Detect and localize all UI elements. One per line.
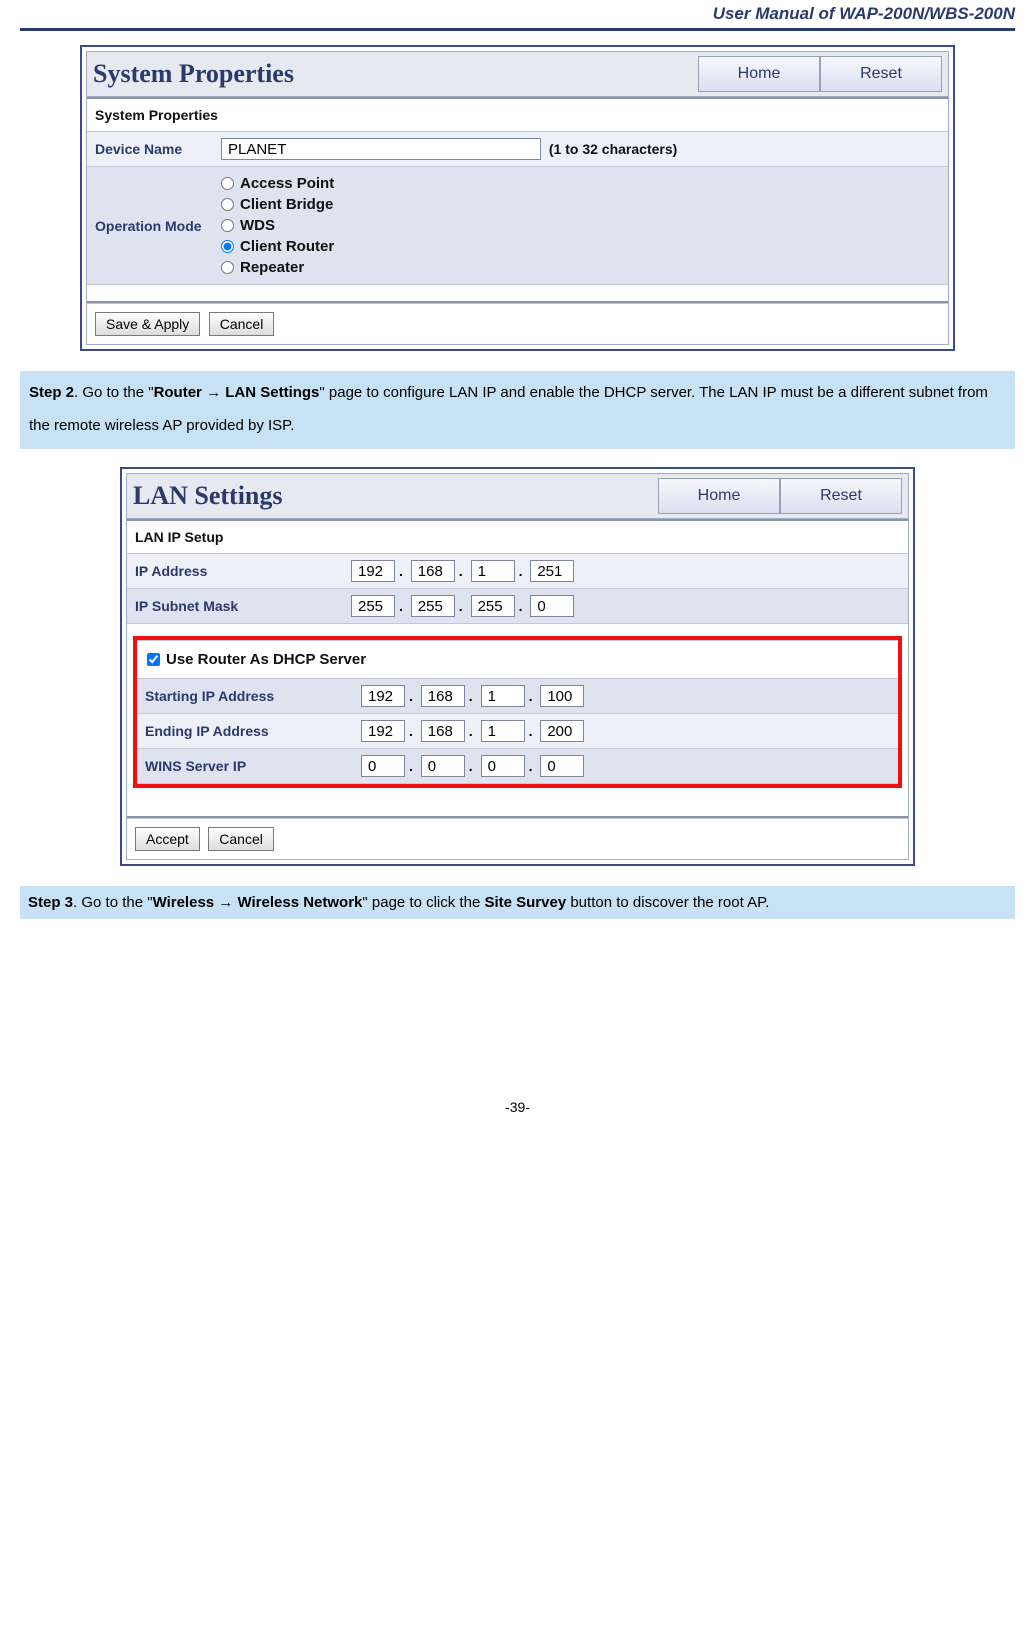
start-ip-4[interactable]: [540, 685, 584, 707]
wins-ip-2[interactable]: [421, 755, 465, 777]
radio-repeater[interactable]: [221, 261, 234, 274]
lan-settings-panel: LAN Settings Home Reset LAN IP Setup IP …: [120, 467, 915, 866]
section-title: System Properties: [87, 99, 948, 131]
wins-ip-4[interactable]: [540, 755, 584, 777]
subnet-mask-label: IP Subnet Mask: [127, 589, 343, 624]
mask-octet-3[interactable]: [471, 595, 515, 617]
mask-octet-4[interactable]: [530, 595, 574, 617]
radio-access-point[interactable]: [221, 177, 234, 190]
mask-octet-2[interactable]: [411, 595, 455, 617]
radio-label: Client Router: [240, 238, 334, 255]
radio-client-bridge[interactable]: [221, 198, 234, 211]
doc-header: User Manual of WAP-200N/WBS-200N: [20, 0, 1015, 26]
end-ip-2[interactable]: [421, 720, 465, 742]
header-divider: [20, 28, 1015, 31]
use-router-dhcp-checkbox[interactable]: [147, 653, 160, 666]
radio-label: Access Point: [240, 175, 334, 192]
ip-octet-1[interactable]: [351, 560, 395, 582]
radio-client-router[interactable]: [221, 240, 234, 253]
reset-button[interactable]: Reset: [780, 478, 902, 514]
start-ip-1[interactable]: [361, 685, 405, 707]
end-ip-3[interactable]: [481, 720, 525, 742]
starting-ip-label: Starting IP Address: [137, 679, 353, 714]
end-ip-1[interactable]: [361, 720, 405, 742]
start-ip-2[interactable]: [421, 685, 465, 707]
mask-octet-1[interactable]: [351, 595, 395, 617]
dhcp-highlight-box: Use Router As DHCP Server Starting IP Ad…: [133, 636, 902, 788]
radio-label: Repeater: [240, 259, 304, 276]
device-name-input[interactable]: [221, 138, 541, 160]
cancel-button[interactable]: Cancel: [209, 312, 275, 336]
ending-ip-label: Ending IP Address: [137, 714, 353, 749]
accept-button[interactable]: Accept: [135, 827, 200, 851]
section-title: LAN IP Setup: [127, 521, 908, 553]
radio-wds[interactable]: [221, 219, 234, 232]
page-number: -39-: [20, 1099, 1015, 1115]
home-button[interactable]: Home: [698, 56, 820, 92]
step2-text: Step 2. Go to the "Router → LAN Settings…: [20, 371, 1015, 449]
end-ip-4[interactable]: [540, 720, 584, 742]
radio-label: WDS: [240, 217, 275, 234]
step3-text: Step 3. Go to the "Wireless → Wireless N…: [20, 886, 1015, 919]
ip-address-label: IP Address: [127, 554, 343, 589]
device-name-hint: (1 to 32 characters): [549, 141, 677, 157]
wins-ip-1[interactable]: [361, 755, 405, 777]
cancel-button[interactable]: Cancel: [208, 827, 274, 851]
wins-ip-3[interactable]: [481, 755, 525, 777]
wins-label: WINS Server IP: [137, 749, 353, 784]
operation-mode-label: Operation Mode: [87, 167, 213, 285]
panel-title: LAN Settings: [133, 481, 283, 511]
ip-octet-2[interactable]: [411, 560, 455, 582]
reset-button[interactable]: Reset: [820, 56, 942, 92]
system-properties-panel: System Properties Home Reset System Prop…: [80, 45, 955, 351]
home-button[interactable]: Home: [658, 478, 780, 514]
save-apply-button[interactable]: Save & Apply: [95, 312, 200, 336]
radio-label: Client Bridge: [240, 196, 333, 213]
device-name-label: Device Name: [87, 132, 213, 167]
panel-title: System Properties: [93, 59, 294, 89]
ip-octet-3[interactable]: [471, 560, 515, 582]
start-ip-3[interactable]: [481, 685, 525, 707]
ip-octet-4[interactable]: [530, 560, 574, 582]
dhcp-label: Use Router As DHCP Server: [166, 651, 366, 668]
